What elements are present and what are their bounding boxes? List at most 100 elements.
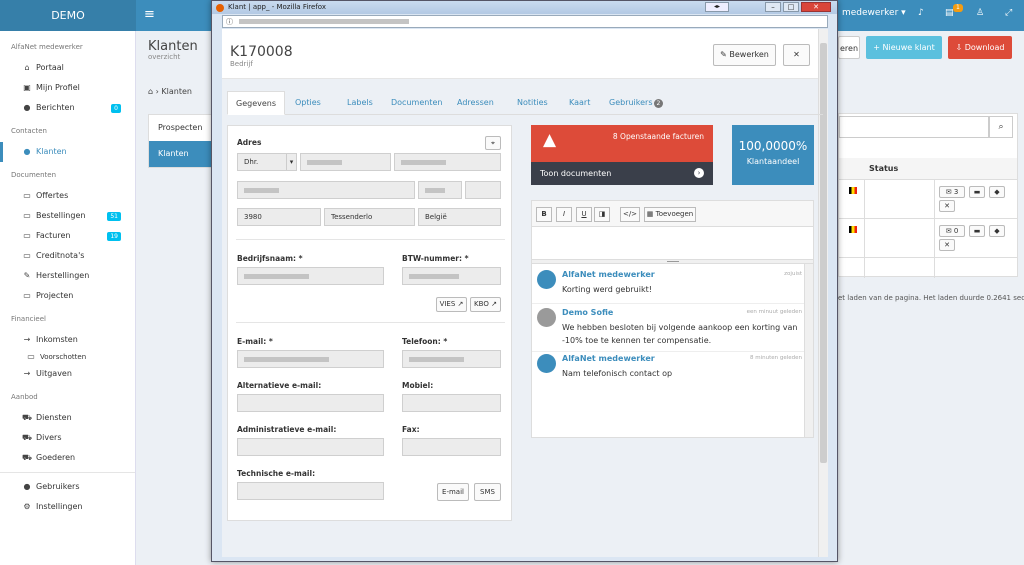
sidebar-item-inkomsten[interactable]: → Inkomsten bbox=[0, 330, 135, 350]
sidebar-item-divers[interactable]: ⛟ Divers bbox=[0, 428, 135, 448]
tab-prospecten[interactable]: Prospecten bbox=[149, 115, 213, 141]
tab-klanten[interactable]: Klanten bbox=[149, 141, 213, 167]
kbo-button[interactable]: KBO ↗ bbox=[470, 297, 501, 312]
tab-kaart[interactable]: Kaart bbox=[561, 91, 598, 115]
note-author[interactable]: AlfaNet medewerker bbox=[562, 270, 655, 279]
notes-button[interactable]: ✉ 3 bbox=[939, 186, 965, 198]
notes-count: 0 bbox=[953, 227, 959, 235]
user-menu[interactable]: medewerker ▾ bbox=[842, 8, 906, 18]
close-window-icon[interactable]: ✕ bbox=[801, 2, 831, 12]
home-icon[interactable]: ⌂ bbox=[148, 87, 153, 96]
breadcrumb-item[interactable]: Klanten bbox=[161, 87, 192, 96]
city-input[interactable]: Tessenderlo bbox=[324, 208, 415, 226]
note-editor-textarea[interactable] bbox=[532, 227, 813, 259]
box-number-input[interactable] bbox=[465, 181, 501, 199]
minimize-icon[interactable]: – bbox=[765, 2, 781, 12]
download-label: Download bbox=[964, 43, 1005, 52]
show-documents-link[interactable]: Toon documenten › bbox=[531, 162, 713, 185]
alternative-email-input[interactable] bbox=[237, 394, 384, 412]
tab-opties[interactable]: Opties bbox=[287, 91, 329, 115]
download-button[interactable]: ⇩ Download bbox=[948, 36, 1012, 59]
sidebar-item-voorschotten[interactable]: ▭ Voorschotten bbox=[0, 350, 135, 364]
sidebar-item-mijn-profiel[interactable]: ▣ Mijn Profiel bbox=[0, 78, 135, 98]
street-input[interactable] bbox=[237, 181, 415, 199]
partial-button[interactable]: eren bbox=[838, 36, 860, 59]
salutation-select[interactable]: Dhr. ▾ bbox=[237, 153, 297, 171]
sidebar-item-creditnota-s[interactable]: ▭ Creditnota's bbox=[0, 246, 135, 266]
sidebar-item-portaal[interactable]: ⌂ Portaal bbox=[0, 58, 135, 78]
delete-icon[interactable]: ✕ bbox=[939, 200, 955, 212]
sidebar-item-goederen[interactable]: ⛟ Goederen bbox=[0, 448, 135, 468]
underline-button[interactable]: U bbox=[576, 207, 592, 222]
notes-button[interactable]: ✉ 0 bbox=[939, 225, 965, 237]
expand-icon[interactable]: ⤢ bbox=[1005, 8, 1012, 18]
tab-documenten[interactable]: Documenten bbox=[383, 91, 450, 115]
maximize-icon[interactable]: □ bbox=[783, 2, 799, 12]
folder-icon[interactable]: ▬ bbox=[969, 186, 985, 198]
cart-icon: ⛟ bbox=[22, 453, 33, 462]
postal-code-input[interactable]: 3980 bbox=[237, 208, 321, 226]
tab-notities[interactable]: Notities bbox=[509, 91, 556, 115]
window-extra-button[interactable]: ◂▸ bbox=[705, 2, 729, 12]
tag-icon[interactable]: ◆ bbox=[989, 225, 1005, 237]
bold-button[interactable]: B bbox=[536, 207, 552, 222]
map-marker-icon[interactable]: ⌖ bbox=[485, 136, 501, 150]
country-input[interactable]: België bbox=[418, 208, 501, 226]
code-view-button[interactable]: </> bbox=[620, 207, 640, 222]
bell-icon[interactable]: ♪ bbox=[918, 8, 924, 18]
vies-button[interactable]: VIES ↗ bbox=[436, 297, 467, 312]
note-text: Korting werd gebruikt! bbox=[562, 285, 652, 294]
tab-labels[interactable]: Labels bbox=[339, 91, 381, 115]
vat-number-input[interactable] bbox=[402, 267, 501, 285]
note-author[interactable]: AlfaNet medewerker bbox=[562, 354, 655, 363]
fax-input[interactable] bbox=[402, 438, 501, 456]
sms-button[interactable]: SMS bbox=[474, 483, 501, 501]
table-search-input[interactable] bbox=[839, 116, 989, 138]
administrative-email-input[interactable] bbox=[237, 438, 384, 456]
mobile-input[interactable] bbox=[402, 394, 501, 412]
sidebar-item-diensten[interactable]: ⛟ Diensten bbox=[0, 408, 135, 428]
avatar bbox=[537, 270, 556, 289]
brand-logo[interactable]: DEMO bbox=[0, 0, 136, 31]
add-note-button[interactable]: ▦ Toevoegen bbox=[644, 207, 696, 222]
folder-icon[interactable]: ▬ bbox=[969, 225, 985, 237]
note-author[interactable]: Demo Sofie bbox=[562, 308, 613, 317]
house-number-input[interactable] bbox=[418, 181, 462, 199]
sidebar-item-projecten[interactable]: ▭ Projecten bbox=[0, 286, 135, 306]
notes-scrollbar[interactable] bbox=[804, 264, 813, 437]
search-icon[interactable]: ⌕ bbox=[989, 116, 1013, 138]
sidebar-item-herstellingen[interactable]: ✎ Herstellingen bbox=[0, 266, 135, 286]
tab-gebruikers[interactable]: Gebruikers 2 bbox=[601, 91, 671, 115]
note-time: 8 minuten geleden bbox=[749, 355, 802, 361]
close-button[interactable]: ✕ bbox=[783, 44, 810, 66]
company-name-input[interactable] bbox=[237, 267, 384, 285]
sidebar-item-berichten[interactable]: ● Berichten 0 bbox=[0, 98, 135, 118]
menu-toggle-icon[interactable]: ≡ bbox=[144, 7, 155, 22]
inbox-icon: ▭ bbox=[23, 291, 31, 300]
technical-email-input[interactable] bbox=[237, 482, 384, 500]
sidebar-item-instellingen[interactable]: ⚙ Instellingen bbox=[0, 497, 135, 517]
phone-input[interactable] bbox=[402, 350, 501, 368]
eraser-icon[interactable]: ◨ bbox=[594, 207, 610, 222]
last-name-input[interactable] bbox=[394, 153, 501, 171]
first-name-input[interactable] bbox=[300, 153, 391, 171]
sidebar-item-uitgaven[interactable]: → Uitgaven bbox=[0, 364, 135, 384]
column-header-status[interactable]: Status bbox=[869, 164, 898, 173]
edit-button[interactable]: ✎ Bewerken bbox=[713, 44, 776, 66]
address-bar[interactable]: ⓘ bbox=[222, 15, 828, 28]
email-button[interactable]: E-mail bbox=[437, 483, 469, 501]
sidebar-item-offertes[interactable]: ▭ Offertes bbox=[0, 186, 135, 206]
tab-gegevens[interactable]: Gegevens bbox=[227, 91, 286, 115]
notifications-icon[interactable]: ▤ 1 bbox=[945, 4, 963, 18]
tab-adressen[interactable]: Adressen bbox=[449, 91, 502, 115]
delete-icon[interactable]: ✕ bbox=[939, 239, 955, 251]
sidebar-item-facturen[interactable]: ▭ Facturen 19 bbox=[0, 226, 135, 246]
sidebar-item-gebruikers[interactable]: ● Gebruikers bbox=[0, 477, 135, 497]
user-icon[interactable]: ♙ bbox=[976, 8, 984, 18]
sidebar-item-klanten[interactable]: ● Klanten bbox=[0, 142, 135, 162]
email-input[interactable] bbox=[237, 350, 384, 368]
new-customer-button[interactable]: + Nieuwe klant bbox=[866, 36, 942, 59]
sidebar-item-bestellingen[interactable]: ▭ Bestellingen 51 bbox=[0, 206, 135, 226]
tag-icon[interactable]: ◆ bbox=[989, 186, 1005, 198]
italic-button[interactable]: I bbox=[556, 207, 572, 222]
